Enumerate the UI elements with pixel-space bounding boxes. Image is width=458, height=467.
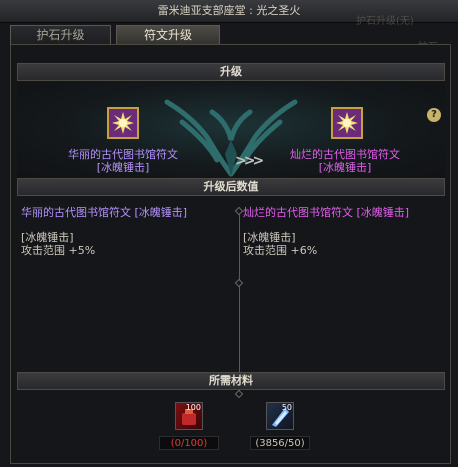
current-stats-title: 华丽的古代图书馆符文 [冰魄锤击] bbox=[21, 206, 188, 219]
current-stats: 华丽的古代图书馆符文 [冰魄锤击] [冰魄锤击] 攻击范围 +5% bbox=[21, 206, 231, 257]
material-count-1: (0/100) bbox=[159, 436, 219, 450]
current-stats-skill: [冰魄锤击] bbox=[21, 231, 74, 244]
section-header-after-stats: 升级后数值 bbox=[17, 178, 445, 196]
result-rune-name-line2: [冰魄锤击] bbox=[318, 161, 372, 174]
material-badge: 100 bbox=[185, 403, 201, 412]
tab-rune-upgrade[interactable]: 符文升级 bbox=[116, 25, 220, 44]
upgrade-area: >>> 华丽的古代图书馆符文 [冰魄锤击] 灿烂的古代图书馆符文 [冰魄锤击] bbox=[17, 82, 445, 178]
current-stats-value: 攻击范围 +5% bbox=[21, 244, 96, 257]
divider-ornament bbox=[234, 206, 244, 216]
main-panel: 升级 >>> 华丽的古代图书馆符文 [冰魄锤击] 灿烂的古代图书馆符文 [冰魄锤… bbox=[10, 44, 451, 464]
current-rune-name: 华丽的古代图书馆符文 [冰魄锤击] bbox=[53, 148, 193, 174]
current-rune-name-line2: [冰魄锤击] bbox=[96, 161, 150, 174]
result-stats-value: 攻击范围 +6% bbox=[243, 244, 318, 257]
upgrade-window: 雷米迪亚支部座堂 : 光之圣火 护石升级(无) 护石 护石升级 符文升级 升级 bbox=[0, 0, 458, 467]
section-header-materials: 所需材料 bbox=[17, 372, 445, 390]
divider-ornament bbox=[234, 278, 244, 288]
material-badge: 50 bbox=[281, 403, 292, 412]
help-icon[interactable]: ? bbox=[427, 108, 441, 122]
column-divider bbox=[239, 212, 240, 392]
divider-ornament bbox=[234, 389, 244, 399]
material-slot-1[interactable]: 100 bbox=[175, 402, 203, 430]
result-stats-skill: [冰魄锤击] bbox=[243, 231, 296, 244]
result-rune-name: 灿烂的古代图书馆符文 [冰魄锤击] bbox=[275, 148, 415, 174]
stat-comparison: 华丽的古代图书馆符文 [冰魄锤击] [冰魄锤击] 攻击范围 +5% 灿烂的古代图… bbox=[17, 206, 445, 399]
tab-charm-upgrade[interactable]: 护石升级 bbox=[10, 25, 111, 44]
material-slot-2[interactable]: 50 bbox=[266, 402, 294, 430]
current-rune-name-line1: 华丽的古代图书馆符文 bbox=[68, 148, 178, 161]
rune-slot-current[interactable] bbox=[107, 107, 139, 139]
section-header-upgrade: 升级 bbox=[17, 63, 445, 81]
material-count-2: (3856/50) bbox=[250, 436, 310, 450]
result-stats-title: 灿烂的古代图书馆符文 [冰魄锤击] bbox=[243, 206, 410, 219]
background-text: 护石升级(无) bbox=[356, 16, 414, 27]
rune-icon bbox=[336, 112, 358, 134]
rune-icon bbox=[112, 112, 134, 134]
rune-slot-result[interactable] bbox=[331, 107, 363, 139]
upgrade-arrow-icon: >>> bbox=[235, 153, 264, 169]
result-stats: 灿烂的古代图书馆符文 [冰魄锤击] [冰魄锤击] 攻击范围 +6% bbox=[243, 206, 443, 257]
result-rune-name-line1: 灿烂的古代图书馆符文 bbox=[290, 148, 400, 161]
